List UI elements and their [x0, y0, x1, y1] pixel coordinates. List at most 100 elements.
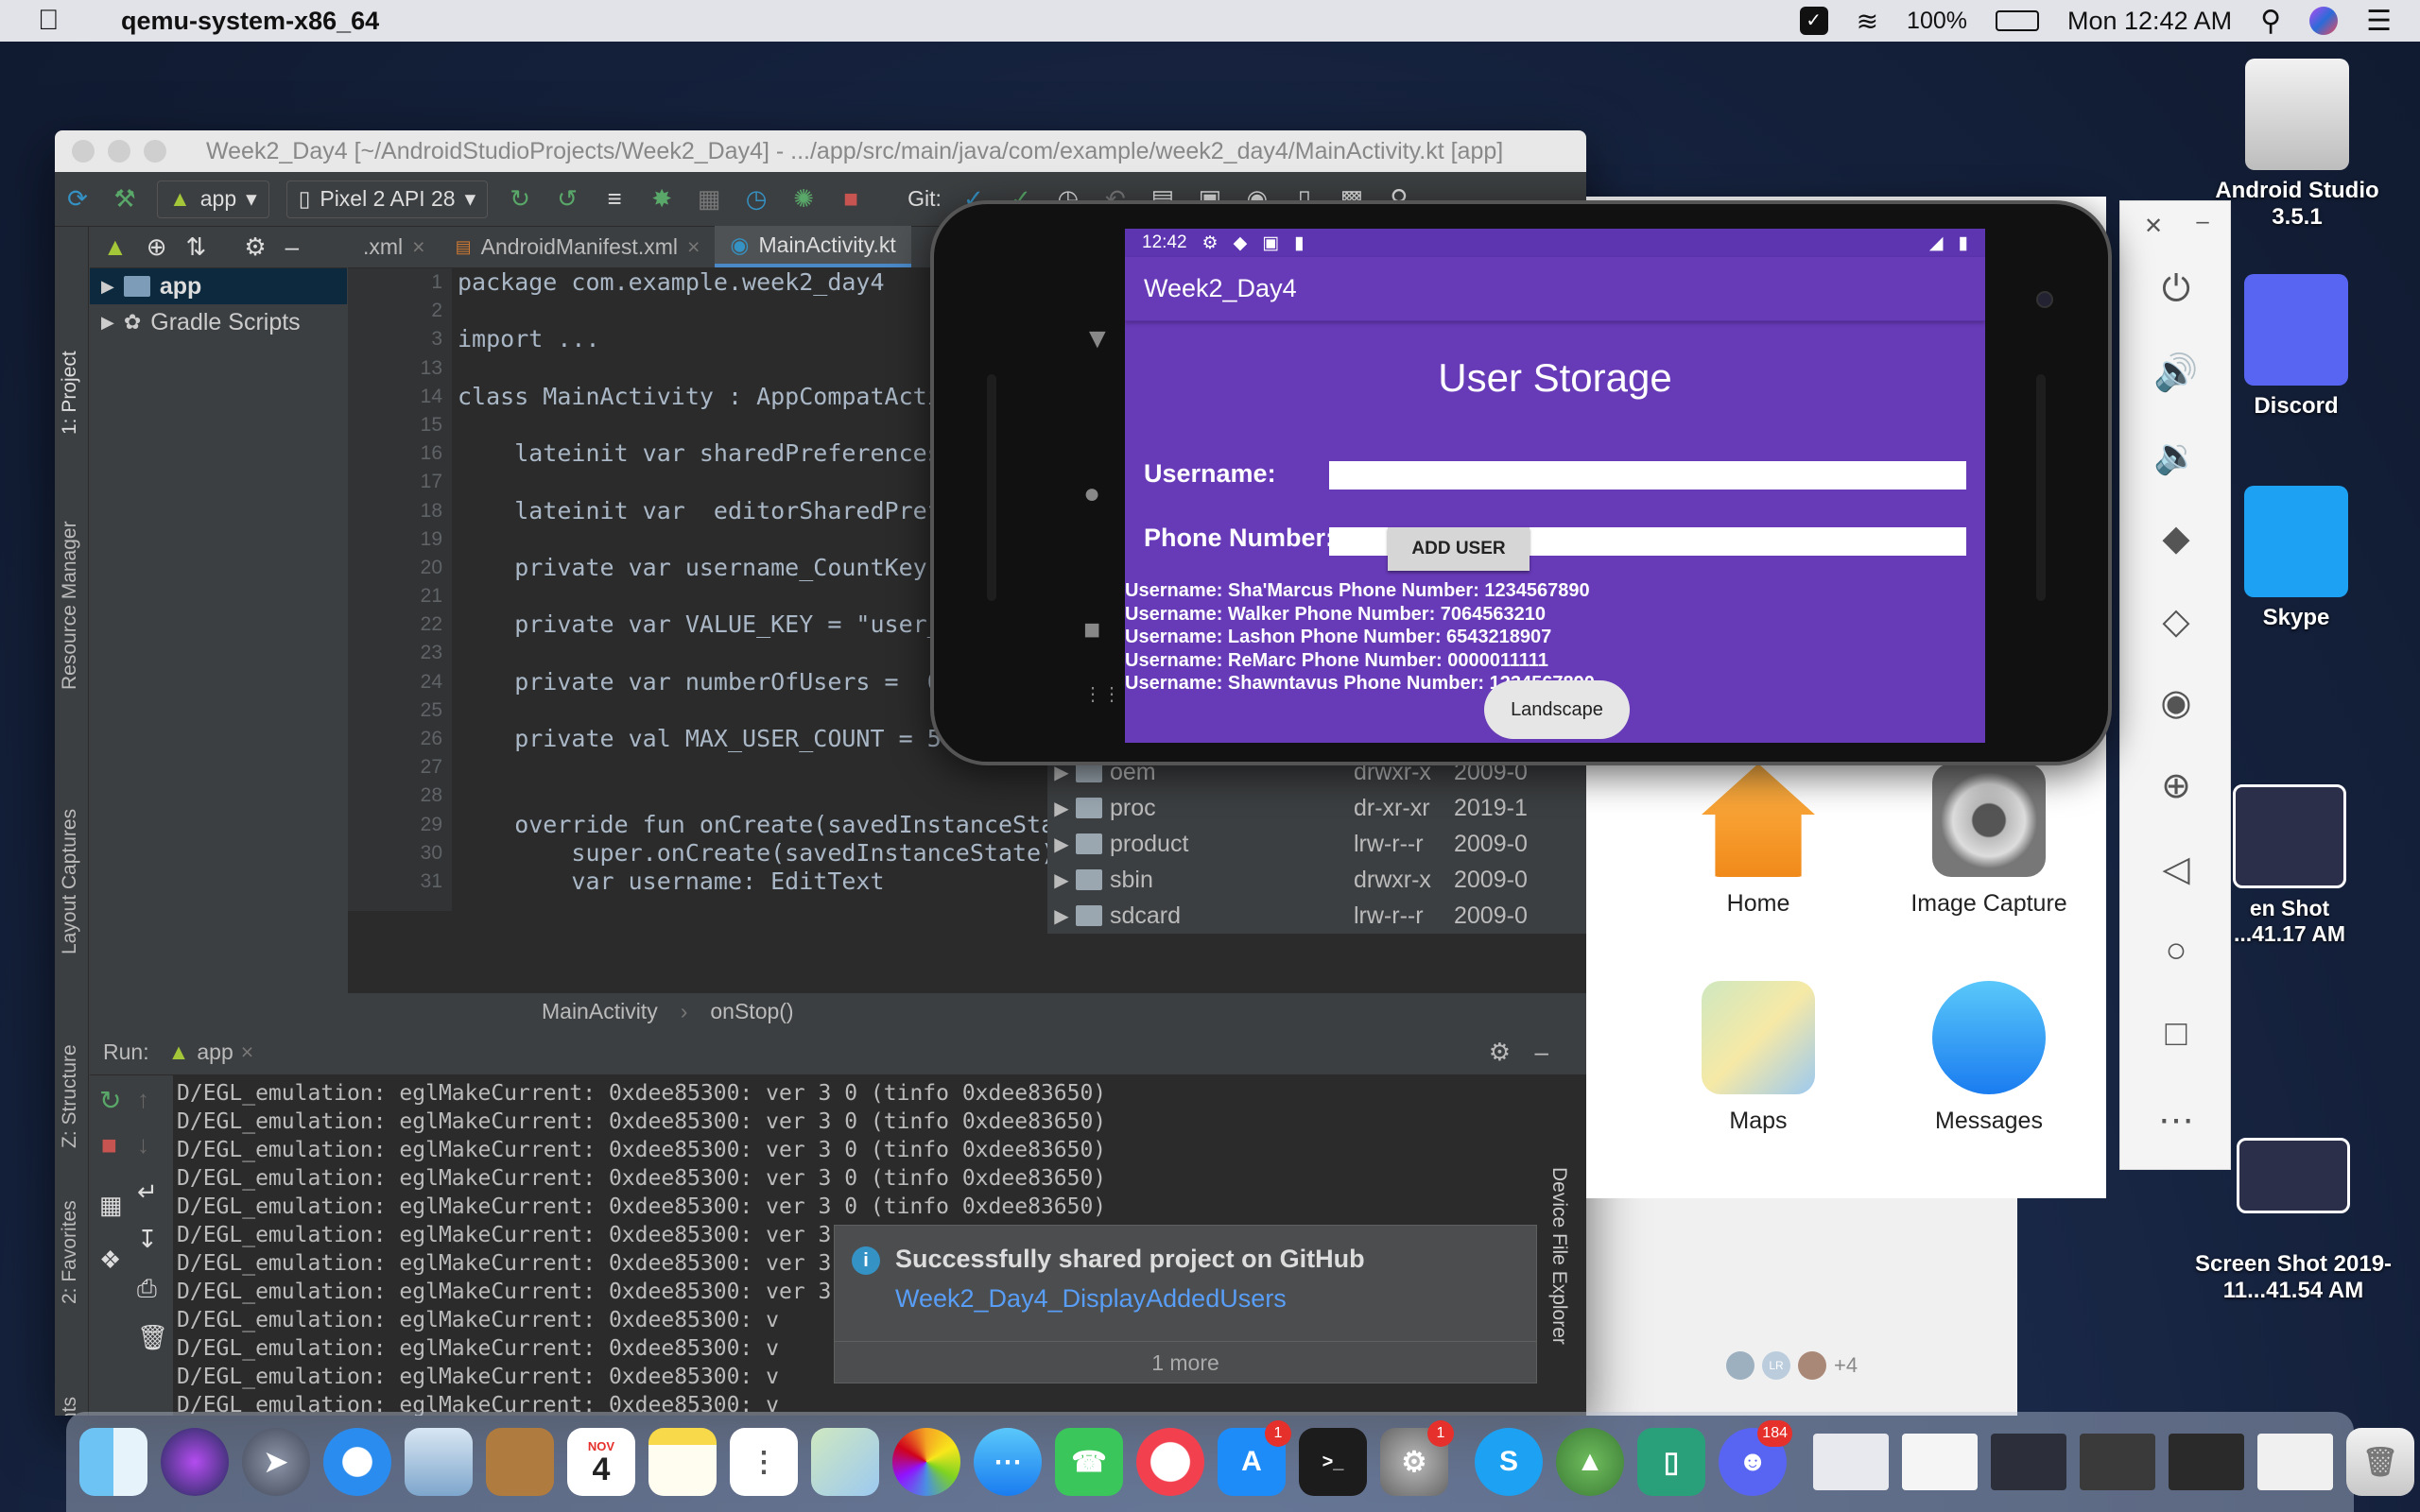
- preview-icon[interactable]: [405, 1428, 473, 1496]
- power-icon[interactable]: ⏻: [2120, 269, 2232, 310]
- device-select[interactable]: ▯ Pixel 2 API 28 ▾: [285, 180, 489, 218]
- apple-menu-icon[interactable]: : [38, 5, 72, 37]
- print-icon[interactable]: ⎙: [137, 1274, 157, 1304]
- minimize-button[interactable]: [108, 140, 130, 163]
- pin-icon[interactable]: ❖: [99, 1246, 121, 1275]
- collapse-icon[interactable]: ⇅: [186, 232, 207, 262]
- more-icon[interactable]: ⋯: [2120, 1099, 2232, 1142]
- desktop-icon-android-studio-drive[interactable]: Android Studio 3.5.1: [2212, 59, 2382, 231]
- rerun-icon[interactable]: ↻: [99, 1085, 121, 1116]
- android-icon[interactable]: ▲: [103, 232, 128, 262]
- app-image-capture[interactable]: Image Capture: [1876, 764, 2102, 918]
- rotate-left-icon[interactable]: ◆: [2120, 517, 2232, 559]
- home-icon[interactable]: ●: [1083, 478, 1100, 510]
- tab-structure[interactable]: Z: Structure: [59, 1044, 81, 1148]
- expand-arrow-icon[interactable]: ▶: [1047, 833, 1076, 856]
- tab-project[interactable]: 1: Project: [59, 351, 81, 435]
- minimize-icon[interactable]: –: [2147, 209, 2258, 235]
- finder-icon[interactable]: [79, 1428, 147, 1496]
- siri-icon[interactable]: [2309, 7, 2339, 35]
- tree-item-gradle-scripts[interactable]: ▶ ✿ Gradle Scripts: [90, 304, 347, 340]
- siri-icon[interactable]: [161, 1428, 229, 1496]
- scroll-down-icon[interactable]: ↓: [137, 1130, 149, 1160]
- minimized-window-thumbnail[interactable]: [2257, 1434, 2333, 1490]
- expand-arrow-icon[interactable]: ▶: [1047, 868, 1076, 892]
- close-icon[interactable]: ×: [687, 234, 700, 260]
- minimized-window-thumbnail[interactable]: [1902, 1434, 1978, 1490]
- collaborator-avatars[interactable]: LR +4: [1726, 1351, 1858, 1380]
- username-input[interactable]: [1329, 461, 1966, 490]
- notification-center-icon[interactable]: ☰: [2366, 5, 2392, 38]
- trash-icon[interactable]: 🗑: [137, 1323, 168, 1352]
- desktop-icon-skype-drive[interactable]: Skype: [2235, 486, 2358, 631]
- breadcrumb-method[interactable]: onStop(): [710, 999, 793, 1024]
- soft-wrap-icon[interactable]: ↵: [137, 1177, 158, 1207]
- camera-icon[interactable]: ◉: [2120, 681, 2232, 724]
- back-icon[interactable]: ◁: [2120, 848, 2232, 890]
- overview-icon[interactable]: ■: [1083, 614, 1100, 646]
- tab-resource-manager[interactable]: Resource Manager: [59, 521, 81, 690]
- system-preferences-icon[interactable]: ⚙ 1: [1380, 1420, 1454, 1496]
- tab-xml[interactable]: .xml ×: [348, 226, 441, 267]
- close-button[interactable]: [72, 140, 95, 163]
- overview-icon[interactable]: □: [2120, 1014, 2232, 1055]
- file-row[interactable]: ▶ proc dr-xr-xr 2019-1: [1047, 790, 1586, 826]
- contacts-icon[interactable]: [486, 1428, 554, 1496]
- crosshair-icon[interactable]: ⊕: [147, 232, 167, 262]
- sync-icon[interactable]: ⟳: [62, 184, 93, 215]
- notification-link[interactable]: Week2_Day4_DisplayAddedUsers: [895, 1284, 1287, 1314]
- github-share-notification[interactable]: i Successfully shared project on GitHub …: [834, 1225, 1537, 1383]
- lines-icon[interactable]: ≡: [599, 184, 630, 215]
- android-studio-icon[interactable]: ▲: [1556, 1428, 1624, 1496]
- zoom-button[interactable]: [144, 140, 166, 163]
- stop-icon[interactable]: ■: [101, 1130, 117, 1160]
- run-tab-app[interactable]: ▲ app ×: [168, 1040, 254, 1065]
- run-config-select[interactable]: ▲ app ▾: [157, 180, 269, 218]
- hide-icon[interactable]: –: [285, 232, 299, 262]
- notes-icon[interactable]: [648, 1428, 717, 1496]
- hide-icon[interactable]: –: [1535, 1038, 1548, 1067]
- spotlight-search-icon[interactable]: ⚲: [2260, 5, 2281, 38]
- scroll-to-end-icon[interactable]: ↧: [137, 1225, 158, 1254]
- gear-icon[interactable]: ⚙: [1489, 1038, 1511, 1067]
- debug-icon[interactable]: ✸: [647, 184, 677, 215]
- app-store-icon[interactable]: A1: [1218, 1420, 1291, 1496]
- tab-layout-captures[interactable]: Layout Captures: [59, 809, 81, 954]
- rerun-icon[interactable]: ↻: [505, 184, 535, 215]
- launchpad-icon[interactable]: ➤: [242, 1428, 310, 1496]
- back-icon[interactable]: ▼: [1083, 323, 1112, 355]
- reminders-icon[interactable]: ⋮: [730, 1428, 798, 1496]
- tree-item-app[interactable]: ▶ app: [90, 268, 347, 304]
- stop-icon[interactable]: ■: [836, 184, 866, 215]
- app-maps[interactable]: Maps: [1645, 981, 1872, 1135]
- add-user-button[interactable]: ADD USER: [1388, 527, 1530, 571]
- coverage-icon[interactable]: ▦: [694, 184, 724, 215]
- expand-arrow-icon[interactable]: ▶: [1047, 904, 1076, 928]
- news-icon[interactable]: [1136, 1428, 1204, 1496]
- breadcrumb-class[interactable]: MainActivity: [542, 999, 658, 1024]
- device-file-explorer-tab[interactable]: Device File Explorer: [1547, 1167, 1570, 1345]
- wifi-icon[interactable]: ≋: [1857, 6, 1878, 37]
- apply-changes-icon[interactable]: ↺: [552, 184, 582, 215]
- app-home[interactable]: Home: [1645, 764, 1872, 918]
- window-title-bar[interactable]: Week2_Day4 [~/AndroidStudioProjects/Week…: [55, 130, 1586, 172]
- desktop-icon-screenshot-1[interactable]: en Shot ...41.17 AM: [2223, 784, 2356, 947]
- layout-icon[interactable]: ▦: [99, 1191, 123, 1220]
- minimized-window-thumbnail[interactable]: [1991, 1434, 2066, 1490]
- minimized-window-thumbnail[interactable]: [1813, 1434, 1889, 1490]
- file-row[interactable]: ▶ sdcard lrw-r--r 2009-0: [1047, 898, 1586, 934]
- clock[interactable]: Mon 12:42 AM: [2067, 7, 2232, 36]
- keyboard-icon[interactable]: ⋮⋮: [1083, 682, 1121, 706]
- expand-arrow-icon[interactable]: ▶: [1047, 797, 1076, 820]
- emulator-icon[interactable]: ▯: [1637, 1428, 1705, 1496]
- messages-icon[interactable]: ⋯: [974, 1428, 1042, 1496]
- scroll-up-icon[interactable]: ↑: [137, 1085, 149, 1114]
- volume-up-icon[interactable]: 🔊: [2120, 352, 2232, 394]
- calendar-icon[interactable]: NOV 4: [567, 1428, 635, 1496]
- tab-android-manifest[interactable]: ▤ AndroidManifest.xml ×: [441, 226, 716, 267]
- menu-extra-icon[interactable]: ✓: [1799, 7, 1828, 35]
- app-messages[interactable]: Messages: [1876, 981, 2102, 1135]
- facetime-icon[interactable]: ☎: [1055, 1428, 1123, 1496]
- photos-icon[interactable]: [892, 1428, 960, 1496]
- trash-icon[interactable]: 🗑: [2346, 1428, 2414, 1496]
